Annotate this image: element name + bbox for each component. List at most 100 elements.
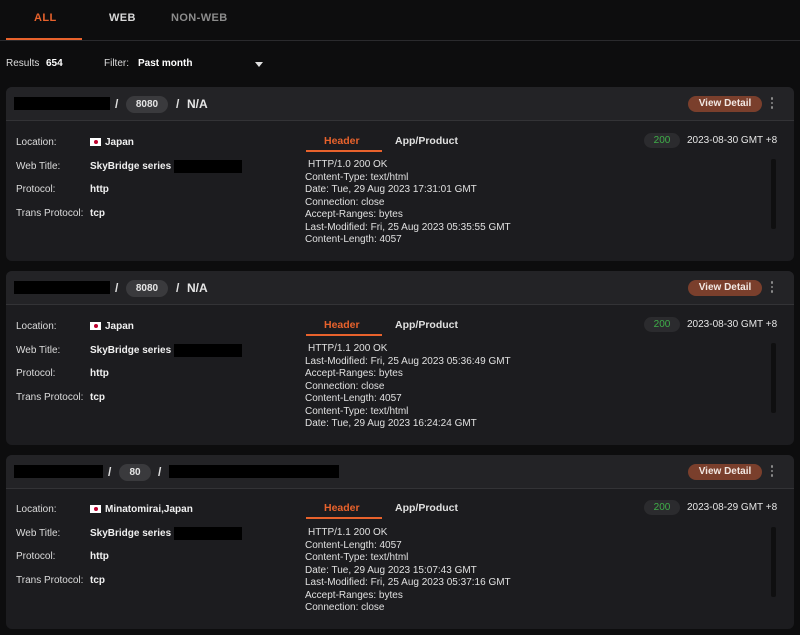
tab-web[interactable]: WEB [109, 12, 136, 24]
results-count: 654 [46, 58, 63, 69]
header-line: Content-Type: text/html [305, 405, 409, 417]
port-badge[interactable]: 8080 [126, 96, 168, 113]
header-line: Date: Tue, 29 Aug 2023 17:31:01 GMT [305, 184, 477, 195]
response-headers: HTTP/1.1 200 OK Last-Modified: Fri, 25 A… [305, 343, 767, 429]
status-badge: 200 [644, 500, 680, 515]
card-header: / 80 / View Detail [6, 455, 794, 489]
location-value: Japan [90, 137, 134, 148]
header-line: Content-Type: text/html [305, 552, 409, 563]
sub-tab-indicator [306, 334, 382, 336]
result-card: / 80 / View Detail Location: Minatomirai… [6, 455, 794, 629]
separator: / [115, 281, 119, 295]
header-line: Accept-Ranges: bytes [305, 368, 403, 379]
header-line: Last-Modified: Fri, 25 Aug 2023 05:35:55… [305, 221, 511, 233]
status-badge: 200 [644, 133, 680, 148]
header-line: HTTP/1.1 200 OK [308, 527, 388, 538]
web-title-label: Web Title: [16, 161, 61, 172]
more-options-icon[interactable] [770, 465, 774, 479]
web-title-label: Web Title: [16, 345, 61, 356]
separator: / [176, 97, 180, 111]
header-line: Content-Length: 4057 [305, 539, 402, 551]
tab-header[interactable]: Header [324, 135, 360, 147]
tab-app-product[interactable]: App/Product [395, 135, 458, 147]
tab-all[interactable]: ALL [34, 12, 57, 24]
trans-protocol-label: Trans Protocol: [16, 208, 84, 219]
trans-protocol-value: tcp [90, 208, 105, 219]
japan-flag-icon [90, 322, 101, 330]
header-line: HTTP/1.1 200 OK [308, 343, 388, 354]
protocol-label: Protocol: [16, 551, 56, 562]
tab-app-product[interactable]: App/Product [395, 319, 458, 331]
separator: / [115, 97, 119, 111]
timestamp: 2023-08-29 GMT +8 [687, 502, 778, 513]
web-title-value: SkyBridge series - [90, 161, 178, 172]
japan-flag-icon [90, 505, 101, 513]
web-title-value: SkyBridge series - [90, 345, 178, 356]
status-badge: 200 [644, 317, 680, 332]
header-line: Content-Type: text/html [305, 171, 409, 183]
sub-tab-indicator [306, 150, 382, 152]
redacted-path [169, 465, 339, 478]
category-tabs: ALL WEB NON-WEB [0, 0, 800, 41]
location-label: Location: [16, 321, 57, 332]
view-detail-button[interactable]: View Detail [688, 96, 762, 112]
filter-bar: Results 654 Filter: Past month [0, 55, 800, 73]
location-value: Japan [90, 321, 134, 332]
separator: / [158, 465, 162, 479]
header-line: Content-Length: 4057 [305, 393, 402, 404]
trans-protocol-label: Trans Protocol: [16, 392, 84, 403]
redacted-ip [14, 97, 110, 110]
view-detail-button[interactable]: View Detail [688, 464, 762, 480]
header-line: Date: Tue, 29 Aug 2023 16:24:24 GMT [305, 418, 477, 429]
protocol-label: Protocol: [16, 368, 56, 379]
filter-label: Filter: [104, 58, 129, 69]
scrollbar[interactable] [771, 343, 776, 413]
port-badge[interactable]: 8080 [126, 280, 168, 297]
header-line: Date: Tue, 29 Aug 2023 15:07:43 GMT [305, 564, 477, 576]
protocol-value: http [90, 551, 109, 562]
path-label: N/A [187, 97, 208, 111]
result-card: / 8080 / N/A View Detail Location: Japan… [6, 271, 794, 445]
redacted-ip [14, 465, 103, 478]
tab-header[interactable]: Header [324, 319, 360, 331]
filter-select-value[interactable]: Past month [138, 58, 192, 69]
path-label: N/A [187, 281, 208, 295]
trans-protocol-value: tcp [90, 392, 105, 403]
location-label: Location: [16, 137, 57, 148]
separator: / [176, 281, 180, 295]
trans-protocol-value: tcp [90, 575, 105, 586]
japan-flag-icon [90, 138, 101, 146]
header-line: Last-Modified: Fri, 25 Aug 2023 05:37:16… [305, 577, 511, 588]
timestamp: 2023-08-30 GMT +8 [687, 135, 778, 146]
sub-tab-indicator [306, 517, 382, 519]
card-header: / 8080 / N/A View Detail [6, 87, 794, 121]
more-options-icon[interactable] [770, 281, 774, 295]
header-line: Connection: close [305, 380, 385, 392]
tab-non-web[interactable]: NON-WEB [171, 12, 228, 24]
header-line: Connection: close [305, 602, 385, 613]
location-value: Minatomirai,Japan [90, 504, 193, 515]
tab-app-product[interactable]: App/Product [395, 502, 458, 514]
chevron-down-icon[interactable] [255, 62, 263, 67]
card-header: / 8080 / N/A View Detail [6, 271, 794, 305]
protocol-label: Protocol: [16, 184, 56, 195]
header-line: Last-Modified: Fri, 25 Aug 2023 05:36:49… [305, 355, 511, 367]
protocol-value: http [90, 184, 109, 195]
header-line: Accept-Ranges: bytes [305, 589, 403, 601]
trans-protocol-label: Trans Protocol: [16, 575, 84, 586]
port-badge[interactable]: 80 [119, 464, 151, 481]
scrollbar[interactable] [771, 159, 776, 229]
results-label: Results [6, 58, 40, 69]
redacted-title [174, 160, 242, 173]
tab-header[interactable]: Header [324, 502, 360, 514]
response-headers: HTTP/1.0 200 OK Content-Type: text/html … [305, 159, 767, 245]
more-options-icon[interactable] [770, 97, 774, 111]
redacted-title [174, 344, 242, 357]
header-line: HTTP/1.0 200 OK [308, 159, 388, 170]
scrollbar[interactable] [771, 527, 776, 597]
view-detail-button[interactable]: View Detail [688, 280, 762, 296]
header-line: Accept-Ranges: bytes [305, 209, 403, 220]
redacted-title [174, 527, 242, 540]
result-card: / 8080 / N/A View Detail Location: Japan… [6, 87, 794, 261]
redacted-ip [14, 281, 110, 294]
